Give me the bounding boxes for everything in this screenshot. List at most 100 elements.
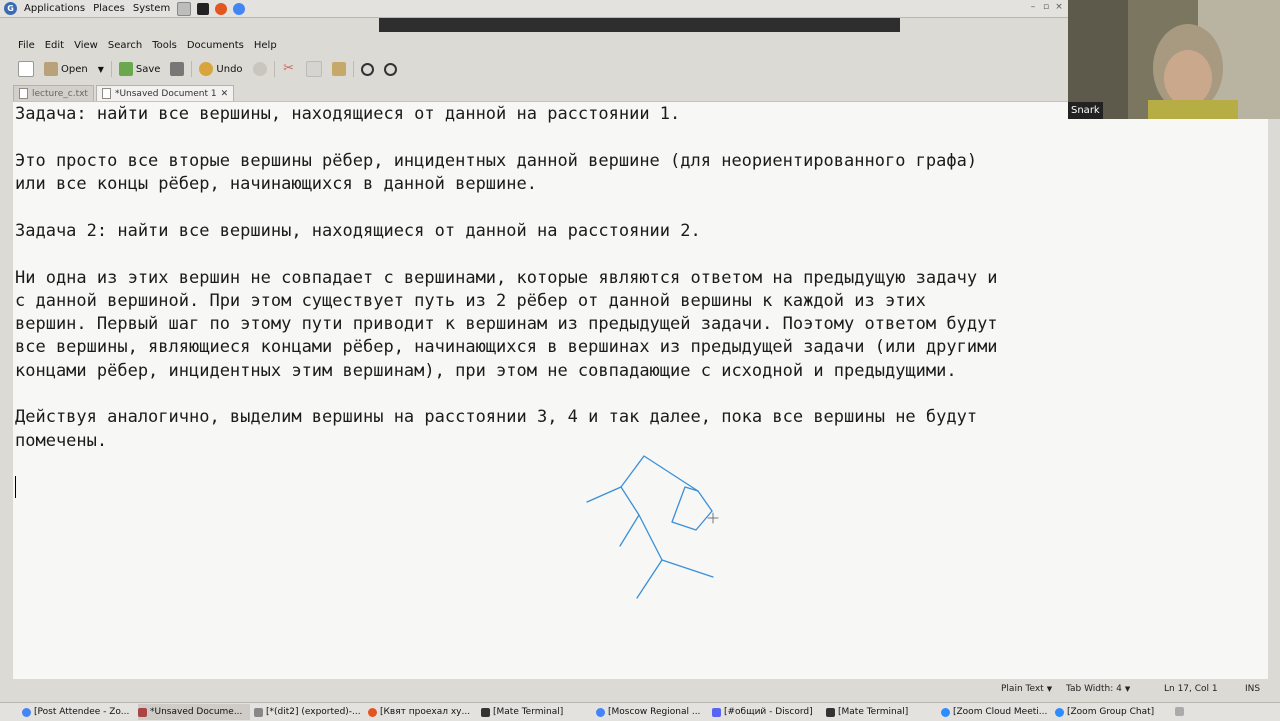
maximize-icon[interactable]: ▫ <box>1041 2 1051 13</box>
text-editor-area[interactable]: Задача: найти все вершины, находящиеся о… <box>13 101 1268 679</box>
toolbar-separator <box>352 61 354 77</box>
save-button[interactable]: Save <box>114 59 166 79</box>
scissors-icon: ✂ <box>283 61 294 76</box>
open-button[interactable]: Open <box>39 59 93 79</box>
chevron-down-icon: ▼ <box>1046 685 1053 693</box>
menu-file[interactable]: File <box>13 40 40 51</box>
zoom-icon <box>1055 707 1064 717</box>
taskbar-item[interactable]: [Post Attendee - Zo... <box>22 704 134 720</box>
text-editor-launcher-icon[interactable] <box>177 1 192 16</box>
taskbar-item-label: [Zoom Group Chat] <box>1067 707 1155 717</box>
gnome-foot-icon[interactable]: G <box>4 2 17 15</box>
taskbar-item-label: [Post Attendee - Zo... <box>34 707 130 717</box>
toolbar-separator <box>191 61 193 77</box>
tab-width-dropdown[interactable]: Tab Width: 4 ▼ <box>1066 682 1130 696</box>
taskbar-item[interactable]: [#общий - Discord] <box>712 704 824 720</box>
menu-search[interactable]: Search <box>103 40 147 51</box>
menu-view[interactable]: View <box>69 40 103 51</box>
search-icon <box>360 62 374 76</box>
tab-unsaved-document-1[interactable]: *Unsaved Document 1 ✕ <box>95 85 235 101</box>
terminal-icon <box>826 707 835 717</box>
taskbar-item-label: [*(dit2] (exported)-... <box>266 707 361 717</box>
chevron-down-icon: ▼ <box>97 64 104 74</box>
menu-help[interactable]: Help <box>249 40 282 51</box>
taskbar: [Post Attendee - Zo... *Unsaved Docume..… <box>0 702 1280 721</box>
syntax-mode-label: Plain Text <box>1001 684 1044 694</box>
find-replace-icon <box>383 62 397 76</box>
menu-edit[interactable]: Edit <box>40 40 69 51</box>
chrome-icon <box>22 707 31 717</box>
minimize-icon[interactable]: – <box>1028 2 1038 13</box>
undo-icon <box>199 62 214 76</box>
panel-menu-applications[interactable]: Applications <box>20 3 89 14</box>
find-replace-button[interactable] <box>379 59 402 79</box>
toolbar-separator <box>273 61 275 77</box>
taskbar-item[interactable]: [Zoom Cloud Meeti... <box>941 704 1051 720</box>
text-editor-icon <box>138 707 147 717</box>
panel-menu-system[interactable]: System <box>129 3 174 14</box>
toolbar-separator <box>110 61 112 77</box>
taskbar-item-label: [Moscow Regional ... <box>608 707 701 717</box>
workspace-switcher-icon[interactable] <box>1175 707 1184 716</box>
undo-label: Undo <box>216 63 243 75</box>
text-document-icon <box>19 88 28 99</box>
taskbar-item[interactable]: [Квят проехал ху... <box>368 704 476 720</box>
new-document-icon <box>18 61 34 77</box>
document-tabs: lecture_c.txt *Unsaved Document 1 ✕ <box>13 84 1068 101</box>
paste-button[interactable] <box>327 59 351 79</box>
zoom-icon <box>941 707 950 717</box>
taskbar-item-label: [Mate Terminal] <box>838 707 909 717</box>
sketch-edge <box>586 455 713 512</box>
undo-button[interactable]: Undo <box>194 59 247 79</box>
firefox-icon <box>368 707 377 717</box>
print-button[interactable] <box>165 59 189 79</box>
cursor-position: Ln 17, Col 1 <box>1164 684 1218 694</box>
menu-documents[interactable]: Documents <box>182 40 249 51</box>
close-window-icon[interactable]: × <box>1054 2 1064 13</box>
participant-name-label: Snark <box>1068 102 1103 119</box>
close-tab-icon[interactable]: ✕ <box>221 89 229 99</box>
zoom-share-bar[interactable] <box>379 18 900 32</box>
tab-label: *Unsaved Document 1 <box>114 88 217 99</box>
taskbar-item[interactable]: [Mate Terminal] <box>481 704 589 720</box>
cut-button[interactable]: ✂ <box>277 59 301 79</box>
new-document-button[interactable] <box>13 59 39 79</box>
copy-icon <box>305 61 322 77</box>
open-recent-dropdown[interactable]: ▼ <box>93 59 109 79</box>
taskbar-item[interactable]: [*(dit2] (exported)-... <box>254 704 364 720</box>
tab-width-label: Tab Width: 4 <box>1066 684 1122 694</box>
taskbar-item[interactable]: [Moscow Regional ... <box>596 704 708 720</box>
chrome-launcher-icon[interactable] <box>233 2 246 15</box>
text-document-icon <box>101 88 111 99</box>
terminal-launcher-icon[interactable] <box>197 2 210 15</box>
print-icon <box>170 62 185 76</box>
menu-tools[interactable]: Tools <box>147 40 182 51</box>
webcam-video-overlay: Snark <box>1068 0 1280 119</box>
taskbar-item-label: [Zoom Cloud Meeti... <box>953 707 1048 717</box>
window-controls: – ▫ × <box>1028 2 1064 13</box>
insert-mode-indicator: INS <box>1245 684 1261 694</box>
taskbar-item[interactable]: [Mate Terminal] <box>826 704 934 720</box>
taskbar-item-label: [#общий - Discord] <box>724 707 813 717</box>
copy-button[interactable] <box>301 59 327 79</box>
toolbar: Open ▼ Save Undo ✂ <box>13 57 1068 81</box>
tab-label: lecture_c.txt <box>32 88 88 99</box>
graph-sketch <box>586 455 719 599</box>
firefox-launcher-icon[interactable] <box>215 2 228 15</box>
sketch-edge <box>671 486 713 531</box>
sketch-edge <box>638 514 714 578</box>
tab-lecture-c[interactable]: lecture_c.txt <box>13 85 94 101</box>
menubar: File Edit View Search Tools Documents He… <box>13 36 1068 54</box>
taskbar-item-label: [Mate Terminal] <box>493 707 564 717</box>
sketch-edge <box>636 559 663 599</box>
taskbar-item[interactable]: [Zoom Group Chat] <box>1055 704 1163 720</box>
image-editor-icon <box>254 707 263 717</box>
redo-icon <box>252 62 267 76</box>
taskbar-item[interactable]: *Unsaved Docume... <box>138 704 250 720</box>
panel-menu-places[interactable]: Places <box>89 3 129 14</box>
paste-icon <box>331 62 346 76</box>
statusbar: Plain Text ▼ Tab Width: 4 ▼ Ln 17, Col 1… <box>13 680 1268 698</box>
redo-button[interactable] <box>248 59 272 79</box>
find-button[interactable] <box>356 59 379 79</box>
syntax-highlight-dropdown[interactable]: Plain Text ▼ <box>1001 682 1052 696</box>
